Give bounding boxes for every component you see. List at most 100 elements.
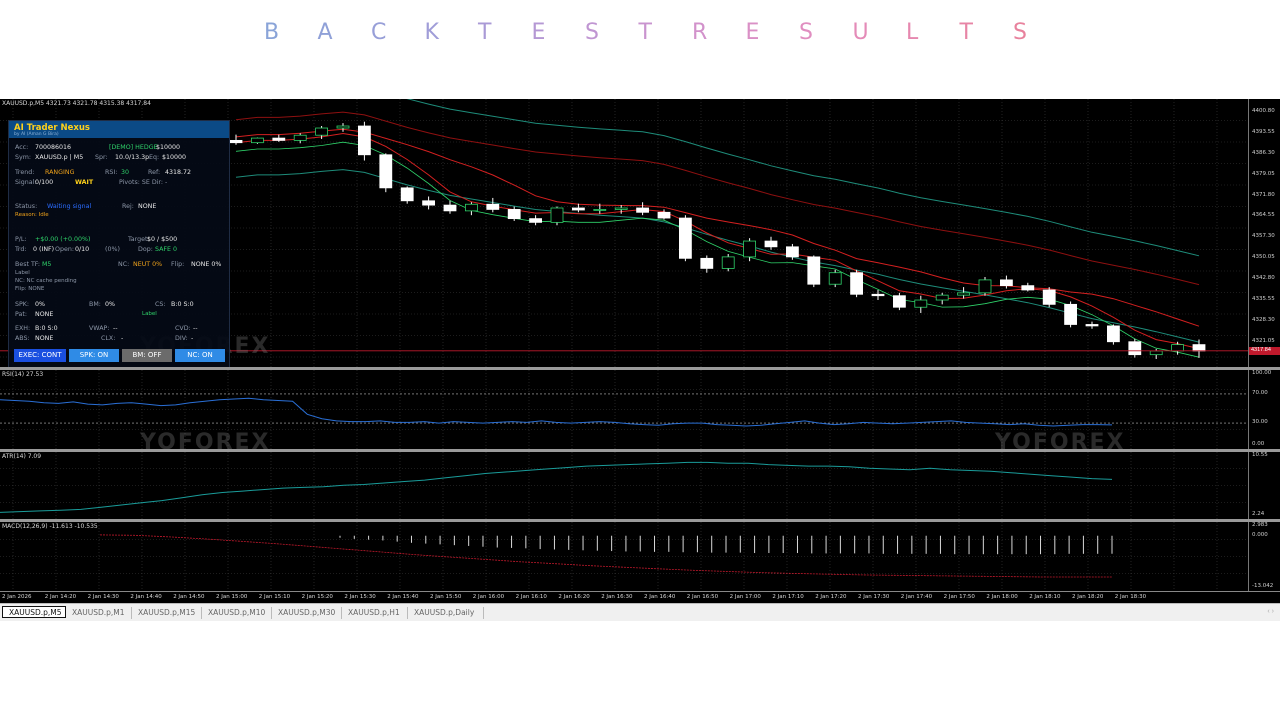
- candle-body: [828, 272, 842, 285]
- indicator-line: [0, 461, 1113, 513]
- trading-terminal: XAUUSD.p,M5 4321.73 4321.78 4315.38 4317…: [0, 99, 1280, 621]
- title-letter: E: [531, 20, 546, 45]
- rsi-pane[interactable]: RSI(14) 27.53 YOFOREX YOFOREX: [0, 370, 1248, 449]
- candle-body: [529, 218, 542, 223]
- rej-label: Rej:: [122, 203, 134, 210]
- candle-body: [1064, 303, 1077, 325]
- exh-value: B:0 S:0: [35, 325, 58, 332]
- macd-pane[interactable]: MACD(12,26,9) -11.613 -10.535: [0, 522, 1248, 591]
- time-tick: 2 Jan 17:40: [900, 594, 933, 600]
- candle-body: [957, 292, 970, 296]
- price-tick: 4335.55: [1252, 295, 1275, 302]
- trend-label: Trend:: [15, 169, 35, 176]
- time-tick: 2 Jan 18:10: [1029, 594, 1061, 600]
- candle-body: [657, 211, 671, 219]
- tab-xauusd-p-m15[interactable]: XAUUSD.p,M15: [132, 607, 202, 619]
- bollinger-lower: [235, 169, 1200, 343]
- time-tick: 2 Jan 16:40: [644, 594, 676, 600]
- candle-body: [636, 207, 649, 213]
- tab-scroll-arrows[interactable]: ‹ ›: [1267, 608, 1274, 615]
- price-tick: 4371.80: [1252, 191, 1275, 198]
- flip-none: Flip: NONE: [15, 286, 45, 292]
- tab-xauusd-p-m1[interactable]: XAUUSD.p,M1: [66, 607, 132, 619]
- candle-body: [807, 256, 821, 285]
- chart-header: XAUUSD.p,M5 4321.73 4321.78 4315.38 4317…: [2, 100, 151, 107]
- price-tick: 4357.30: [1252, 233, 1275, 240]
- candle-body: [572, 207, 585, 211]
- title-letter: L: [906, 20, 919, 45]
- time-tick: 2 Jan 16:10: [515, 594, 547, 600]
- macd-label: MACD(12,26,9) -11.613 -10.535: [2, 523, 98, 530]
- time-tick: 2 Jan 17:00: [729, 594, 761, 600]
- nc-label: NC:: [118, 261, 130, 268]
- tab-xauusd-p-m30[interactable]: XAUUSD.p,M30: [272, 607, 342, 619]
- exec-cont-button[interactable]: EXEC: CONT: [14, 349, 66, 362]
- time-tick: 2 Jan 14:50: [173, 594, 205, 600]
- macd-chart[interactable]: [0, 522, 1248, 591]
- candle-body: [850, 272, 863, 295]
- acc-balance: $10000: [156, 144, 181, 151]
- spk-on-button[interactable]: SPK: ON: [69, 349, 119, 362]
- ma-slow: [235, 111, 1200, 286]
- candle-body: [486, 203, 500, 210]
- watermark: YOFOREX: [140, 430, 271, 449]
- current-price-tag: 4317.84: [1249, 346, 1280, 355]
- time-tick: 2 Jan 17:50: [943, 594, 975, 600]
- price-chart-pane[interactable]: XAUUSD.p,M5 4321.73 4321.78 4315.38 4317…: [0, 99, 1248, 367]
- candle-body: [614, 207, 628, 210]
- candle-body: [1149, 350, 1163, 356]
- time-tick: 2 Jan 16:50: [686, 594, 719, 600]
- title-letter: S: [1013, 20, 1027, 45]
- panel-header: AI Trader Nexus by AI (Aman G Bira): [9, 121, 229, 138]
- axis-tick: 0.000: [1252, 531, 1268, 538]
- nc-on-button[interactable]: NC: ON: [175, 349, 225, 362]
- eq-value: $10000: [162, 154, 187, 161]
- ai-trader-nexus-panel: AI Trader Nexus by AI (Aman G Bira) Acc:…: [8, 120, 230, 367]
- time-tick: 2 Jan 15:00: [216, 594, 248, 600]
- trd-value: 0 (INF): [33, 246, 55, 253]
- candle-body: [1171, 344, 1184, 352]
- candle-body: [1128, 341, 1142, 356]
- candle-body: [1192, 344, 1206, 352]
- watermark: YOFOREX: [995, 430, 1126, 449]
- macd-axis: 2.983 0.000 -13.042: [1248, 522, 1280, 591]
- tab-xauusd-p-h1[interactable]: XAUUSD.p,H1: [342, 607, 408, 619]
- clx-label: CLX:: [101, 335, 116, 342]
- candle-body: [935, 294, 949, 301]
- price-tick: 4379.05: [1252, 170, 1275, 177]
- sym-label: Sym:: [15, 154, 31, 161]
- atr-pane[interactable]: ATR(14) 7.09: [0, 452, 1248, 519]
- ref-label: Ref:: [148, 169, 161, 176]
- status-value: Waiting signal: [47, 203, 92, 210]
- tab-xauusd-p-m10[interactable]: XAUUSD.p,M10: [202, 607, 272, 619]
- exh-label: EXH:: [15, 325, 31, 332]
- rej-value: NONE: [138, 203, 157, 210]
- candle-body: [422, 200, 436, 206]
- tab-xauusd-p-m5[interactable]: XAUUSD.p,M5: [2, 606, 66, 618]
- spk-value: 0%: [35, 301, 45, 308]
- time-tick: 2 Jan 17:30: [858, 594, 890, 600]
- rsi-axis: 100.00 70.00 30.00 0.00: [1248, 370, 1280, 449]
- tab-xauusd-p-daily[interactable]: XAUUSD.p,Daily: [408, 607, 484, 619]
- candle-body: [336, 125, 350, 129]
- candle-body: [893, 295, 906, 308]
- reason: Reason: Idle: [15, 212, 49, 218]
- open-label: Open:: [55, 246, 74, 253]
- sym-value: XAUUSD.p | M5: [35, 154, 84, 161]
- bm-off-button[interactable]: BM: OFF: [122, 349, 172, 362]
- candle-body: [700, 257, 714, 269]
- signal-label: Signal:: [15, 179, 37, 186]
- time-tick: 2 Jan 15:10: [258, 594, 291, 600]
- open-value: 0/10: [75, 246, 90, 253]
- title-letter: T: [638, 20, 652, 45]
- besttf-value: M5: [42, 261, 52, 268]
- time-tick: 2 Jan 18:20: [1072, 594, 1104, 600]
- price-axis[interactable]: 4400.80 4393.55 4386.30 4379.05 4371.80 4364.…: [1248, 99, 1280, 367]
- atr-chart[interactable]: [0, 452, 1248, 519]
- candle-body: [464, 203, 478, 212]
- time-tick: 2 Jan 18:00: [986, 594, 1018, 600]
- bm-label: BM:: [89, 301, 101, 308]
- page-title: BACKTESTRESULTS: [0, 20, 1280, 50]
- candle-body: [315, 127, 329, 136]
- time-tick: 2 Jan 16:00: [472, 594, 505, 600]
